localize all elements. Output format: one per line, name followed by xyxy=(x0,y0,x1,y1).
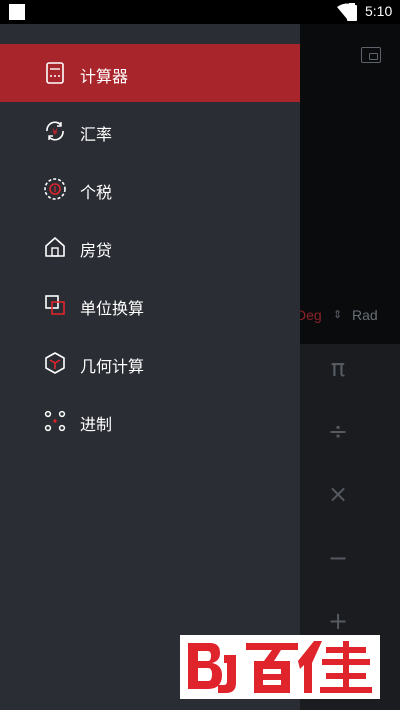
drawer-item-geometry[interactable]: 几何计算 xyxy=(0,334,300,392)
status-bar: 5:10 xyxy=(0,0,400,24)
calculator-icon xyxy=(46,62,64,84)
tax-icon xyxy=(44,178,66,200)
navigation-drawer: 计算器 ¥ 汇率 个税 房贷 单位换算 几何计算 进制 xyxy=(0,24,300,710)
divide-key[interactable]: ÷ xyxy=(318,417,358,445)
battery-icon xyxy=(347,3,357,21)
drawer-item-label: 单位换算 xyxy=(80,299,145,318)
add-key[interactable]: + xyxy=(318,607,358,635)
geometry-icon xyxy=(45,352,65,374)
angle-mode-toggle-icon[interactable]: ⇕ xyxy=(333,308,342,321)
multiply-key[interactable]: × xyxy=(318,480,358,508)
drawer-item-number-base[interactable]: 进制 xyxy=(0,392,300,450)
unit-conversion-icon xyxy=(45,295,65,315)
drawer-item-mortgage[interactable]: 房贷 xyxy=(0,218,300,276)
pi-key[interactable]: π xyxy=(318,354,358,382)
brand-logo-icon xyxy=(188,641,372,693)
status-time: 5:10 xyxy=(365,3,393,19)
drawer-item-label: 进制 xyxy=(80,415,113,434)
subtract-key[interactable]: − xyxy=(318,544,358,572)
drawer-item-unit-conversion[interactable]: 单位换算 xyxy=(0,276,300,334)
drawer-item-exchange-rate[interactable]: ¥ 汇率 xyxy=(0,102,300,160)
drawer-item-calculator[interactable]: 计算器 xyxy=(0,44,300,102)
house-icon xyxy=(45,237,65,257)
exchange-rate-icon: ¥ xyxy=(46,121,64,141)
drawer-item-label: 房贷 xyxy=(80,241,113,260)
watermark-logo xyxy=(180,635,380,699)
drawer-item-tax[interactable]: 个税 xyxy=(0,160,300,218)
drawer-item-label: 计算器 xyxy=(80,67,129,86)
svg-text:¥: ¥ xyxy=(52,128,58,138)
angle-mode-rad[interactable]: Rad xyxy=(352,307,378,323)
compact-mode-icon[interactable] xyxy=(361,47,381,63)
drawer-item-label: 汇率 xyxy=(80,125,113,144)
drawer-item-label: 几何计算 xyxy=(80,357,145,376)
number-base-icon xyxy=(44,410,66,432)
notification-square-icon xyxy=(9,4,25,20)
drawer-item-label: 个税 xyxy=(80,183,113,202)
